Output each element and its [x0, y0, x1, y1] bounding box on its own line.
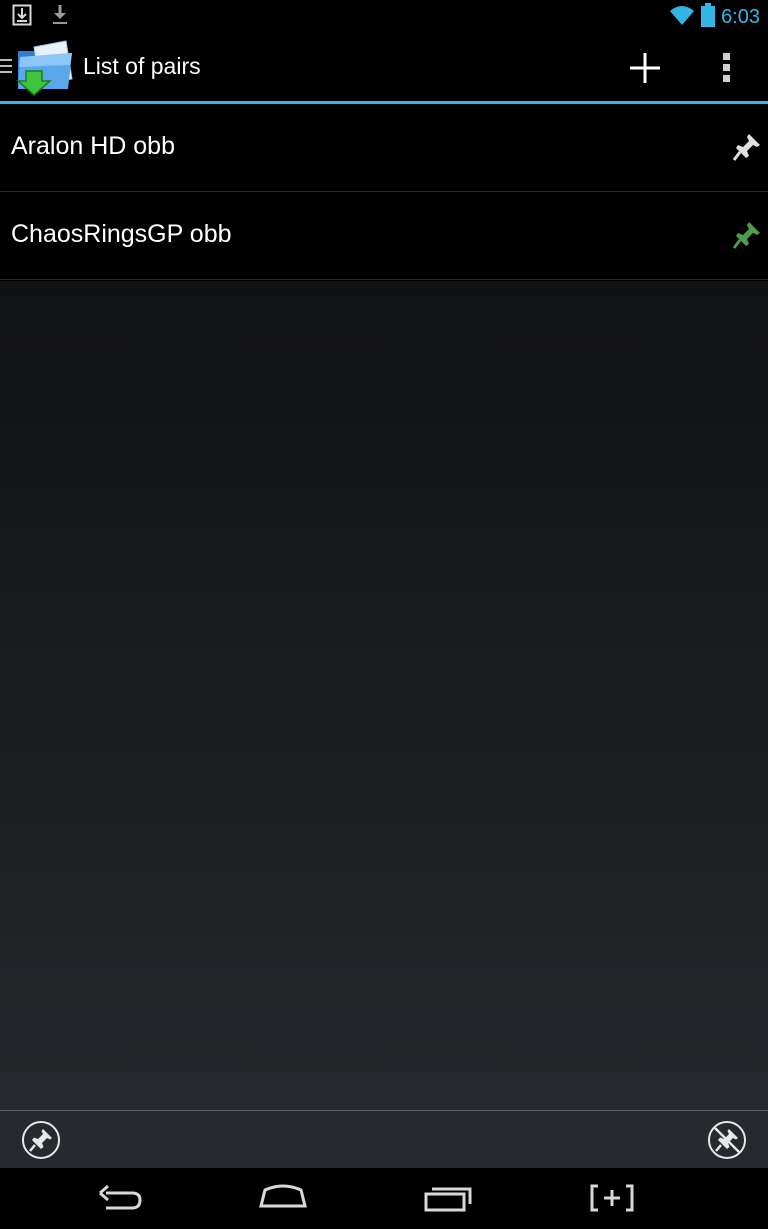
drawer-indicator-icon	[0, 59, 12, 77]
unpin-all-button[interactable]	[707, 1120, 747, 1160]
back-icon	[92, 1184, 148, 1220]
screenshot-icon	[584, 1184, 640, 1220]
overflow-menu-icon	[712, 53, 742, 93]
list-item[interactable]: Aralon HD obb	[0, 104, 768, 192]
bottom-toolbar	[0, 1110, 768, 1168]
overflow-menu-button[interactable]	[712, 47, 742, 89]
status-bar: 6:03	[0, 0, 768, 33]
download-notification-icon	[12, 4, 32, 30]
wifi-icon	[669, 4, 695, 30]
app-home-button[interactable]	[0, 39, 78, 97]
status-clock: 6:03	[721, 6, 760, 28]
pin-icon	[732, 222, 762, 254]
pairs-list: Aralon HD obb ChaosRingsGP obb	[0, 104, 768, 280]
status-notifications	[12, 4, 68, 30]
pair-label: ChaosRingsGP obb	[11, 220, 232, 248]
add-pair-button[interactable]	[624, 47, 666, 89]
home-icon	[255, 1184, 311, 1220]
list-item[interactable]: ChaosRingsGP obb	[0, 192, 768, 280]
status-indicators: 6:03	[669, 3, 760, 31]
pin-icon	[732, 134, 762, 166]
pair-label: Aralon HD obb	[11, 132, 175, 160]
unpin-all-icon	[707, 1121, 747, 1164]
add-icon	[624, 53, 666, 93]
home-button[interactable]	[255, 1180, 311, 1216]
recent-apps-button[interactable]	[420, 1180, 476, 1216]
screen: 6:03 List of pairs Aralon HD obb ChaosRi…	[0, 0, 768, 1229]
recent-apps-icon	[420, 1187, 476, 1220]
pin-all-button[interactable]	[21, 1120, 61, 1160]
download-arrow-icon	[52, 4, 68, 30]
system-navigation-bar	[0, 1168, 768, 1229]
battery-icon	[701, 3, 716, 31]
screenshot-button[interactable]	[584, 1180, 640, 1216]
back-button[interactable]	[92, 1180, 148, 1216]
page-title: List of pairs	[83, 53, 201, 79]
pin-button[interactable]	[732, 220, 762, 250]
empty-list-area	[0, 281, 768, 1110]
pin-all-icon	[21, 1121, 61, 1164]
folder-sync-app-icon	[14, 39, 78, 101]
pin-button[interactable]	[732, 132, 762, 162]
action-bar: List of pairs	[0, 33, 768, 104]
